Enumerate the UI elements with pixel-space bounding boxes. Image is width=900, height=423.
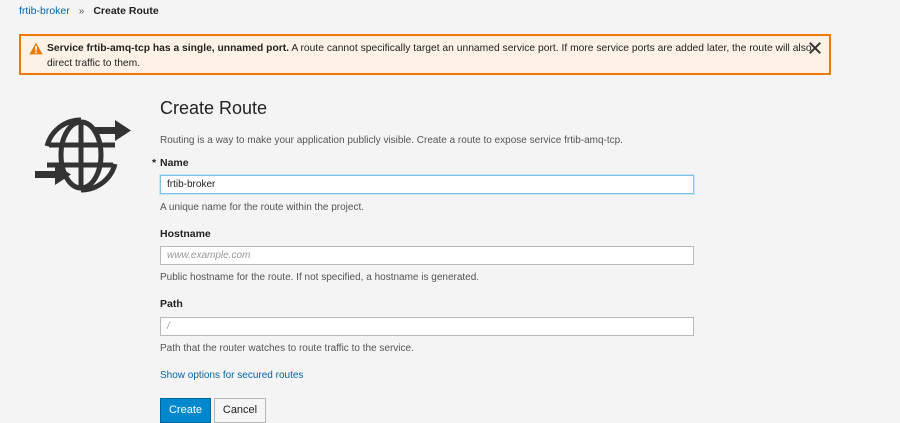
route-globe-icon (35, 117, 131, 193)
secured-routes-link[interactable]: Show options for secured routes (160, 370, 303, 381)
breadcrumb: frtib-broker » Create Route (19, 5, 159, 17)
hostname-help: Public hostname for the route. If not sp… (160, 272, 480, 283)
name-label-text: Name (160, 157, 189, 169)
page-intro: Routing is a way to make your applicatio… (160, 135, 623, 146)
name-help: A unique name for the route within the p… (160, 202, 365, 213)
cancel-button[interactable]: Cancel (214, 398, 266, 423)
path-label: Path (160, 298, 183, 310)
breadcrumb-project-link[interactable]: frtib-broker (19, 5, 70, 17)
close-icon[interactable] (809, 42, 821, 54)
breadcrumb-separator: » (78, 5, 85, 17)
path-input[interactable]: / (160, 317, 694, 336)
name-label: * Name (152, 157, 189, 169)
required-marker: * (152, 157, 157, 169)
name-input[interactable]: frtib-broker (160, 175, 694, 194)
warning-triangle-icon (29, 42, 43, 55)
warning-alert: Service frtib-amq-tcp has a single, unna… (19, 34, 831, 75)
breadcrumb-current: Create Route (93, 5, 159, 17)
page-title: Create Route (160, 98, 268, 118)
path-help: Path that the router watches to route tr… (160, 343, 414, 354)
hostname-input[interactable]: www.example.com (160, 246, 694, 265)
create-button[interactable]: Create (160, 398, 211, 423)
alert-title: Service frtib-amq-tcp has a single, unna… (47, 43, 290, 54)
alert-text: Service frtib-amq-tcp has a single, unna… (47, 41, 817, 71)
hostname-label: Hostname (160, 228, 211, 240)
